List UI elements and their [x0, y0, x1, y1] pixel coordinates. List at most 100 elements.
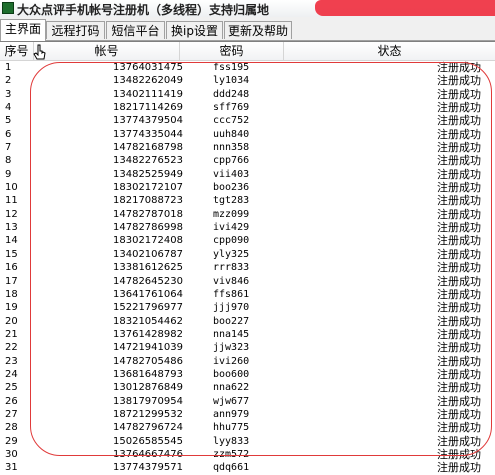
row-password: sff769 [213, 102, 250, 114]
tab-remote-captcha[interactable]: 远程打码 [46, 21, 105, 39]
table-row[interactable]: 5 13774379504 ccc752 注册成功 [0, 114, 495, 127]
row-account: 14782168798 [113, 142, 183, 154]
table-row[interactable]: 11 18217088723 tgt283 注册成功 [0, 194, 495, 207]
row-account: 13681648793 [113, 368, 183, 380]
table-row[interactable]: 8 13482276523 cpp766 注册成功 [0, 154, 495, 167]
tab-main[interactable]: 主界面 [0, 19, 46, 41]
row-status: 注册成功 [437, 221, 481, 235]
row-number: 11 [5, 195, 18, 207]
table-row[interactable]: 31 13774379571 qdq661 注册成功 [0, 461, 495, 474]
row-status: 注册成功 [437, 341, 481, 355]
window-title: 大众点评手机帐号注册机（多线程）支持归属地 [17, 3, 270, 17]
row-status: 注册成功 [437, 154, 481, 168]
row-status: 注册成功 [437, 234, 481, 248]
row-status: 注册成功 [437, 167, 481, 181]
table-row[interactable]: 30 13764667476 zzm572 注册成功 [0, 448, 495, 461]
table-row[interactable]: 20 18321054462 boo227 注册成功 [0, 315, 495, 328]
table-row[interactable]: 2 13482262049 ly1034 注册成功 [0, 74, 495, 87]
table-row[interactable]: 10 18302172107 boo236 注册成功 [0, 181, 495, 194]
row-account: 13774379504 [113, 115, 183, 127]
row-account: 13774335044 [113, 128, 183, 140]
row-account: 14721941039 [113, 342, 183, 354]
row-number: 26 [5, 395, 18, 407]
row-account: 18302172408 [113, 235, 183, 247]
row-status: 注册成功 [437, 87, 481, 101]
row-account: 14782645230 [113, 275, 183, 287]
row-status: 注册成功 [437, 301, 481, 315]
row-status: 注册成功 [437, 381, 481, 395]
table-row[interactable]: 3 13402111419 ddd248 注册成功 [0, 88, 495, 101]
table-row[interactable]: 23 14782705486 ivi260 注册成功 [0, 355, 495, 368]
table-row[interactable]: 29 15026585545 lyy833 注册成功 [0, 435, 495, 448]
table-row[interactable]: 14 18302172408 cpp090 注册成功 [0, 234, 495, 247]
row-password: fss195 [213, 62, 250, 73]
table-row[interactable]: 27 18721299532 ann979 注册成功 [0, 408, 495, 421]
table-row[interactable]: 26 13817970954 wjw677 注册成功 [0, 395, 495, 408]
table-row[interactable]: 16 13381612625 rrr833 注册成功 [0, 261, 495, 274]
row-password: nnn358 [213, 142, 250, 154]
table-row[interactable]: 21 13761428982 nna145 注册成功 [0, 328, 495, 341]
row-status: 注册成功 [437, 354, 481, 368]
column-header-account[interactable]: 帐号 [34, 42, 180, 60]
row-status: 注册成功 [437, 61, 481, 74]
row-status: 注册成功 [437, 407, 481, 421]
table-row[interactable]: 22 14721941039 jjw323 注册成功 [0, 341, 495, 354]
table-row[interactable]: 12 14782787018 mzz099 注册成功 [0, 208, 495, 221]
column-header-no[interactable]: 序号 [0, 42, 34, 60]
row-password: tgt283 [213, 195, 250, 207]
row-password: ivi260 [213, 355, 250, 367]
row-password: boo227 [213, 315, 250, 327]
accounts-list[interactable]: 序号 帐号 密码 状态 1 13764031475 fss195 注册成功 2 13482… [0, 41, 495, 475]
tab-update-help[interactable]: 更新及帮助 [224, 21, 292, 39]
table-row[interactable]: 19 15221796977 jjj970 注册成功 [0, 301, 495, 314]
row-account: 13381612625 [113, 262, 183, 274]
row-number: 16 [5, 262, 18, 274]
row-account: 13482276523 [113, 155, 183, 167]
list-header: 序号 帐号 密码 状态 [0, 42, 495, 61]
table-row[interactable]: 15 13402106787 yly325 注册成功 [0, 248, 495, 261]
row-password: viv846 [213, 275, 250, 287]
row-number: 7 [5, 142, 12, 154]
row-status: 注册成功 [437, 274, 481, 288]
row-account: 13402111419 [113, 88, 183, 100]
tab-ip-settings[interactable]: 换ip设置 [166, 21, 223, 39]
row-account: 13482525949 [113, 168, 183, 180]
table-row[interactable]: 25 13012876849 nna622 注册成功 [0, 381, 495, 394]
table-row[interactable]: 28 14782796724 hhu775 注册成功 [0, 421, 495, 434]
table-row[interactable]: 13 14782786998 ivi429 注册成功 [0, 221, 495, 234]
row-password: mzz099 [213, 208, 250, 220]
row-password: vii403 [213, 168, 250, 180]
row-number: 19 [5, 302, 18, 314]
row-account: 15026585545 [113, 435, 183, 447]
row-account: 18302172107 [113, 182, 183, 194]
table-row[interactable]: 9 13482525949 vii403 注册成功 [0, 168, 495, 181]
row-number: 3 [5, 88, 12, 100]
table-row[interactable]: 18 13641761064 ffs861 注册成功 [0, 288, 495, 301]
row-number: 1 [5, 62, 12, 73]
row-password: boo600 [213, 368, 250, 380]
column-header-status[interactable]: 状态 [284, 42, 495, 60]
row-password: wjw677 [213, 395, 250, 407]
column-header-password[interactable]: 密码 [180, 42, 284, 60]
table-row[interactable]: 17 14782645230 viv846 注册成功 [0, 275, 495, 288]
row-status: 注册成功 [437, 101, 481, 115]
table-row[interactable]: 4 18217114269 sff769 注册成功 [0, 101, 495, 114]
row-account: 13761428982 [113, 328, 183, 340]
table-row[interactable]: 6 13774335044 uuh840 注册成功 [0, 128, 495, 141]
row-status: 注册成功 [437, 434, 481, 448]
row-password: jjw323 [213, 342, 250, 354]
row-account: 18217114269 [113, 102, 183, 114]
row-status: 注册成功 [437, 127, 481, 141]
row-number: 10 [5, 182, 18, 194]
table-row[interactable]: 1 13764031475 fss195 注册成功 [0, 61, 495, 74]
row-account: 18217088723 [113, 195, 183, 207]
table-row[interactable]: 7 14782168798 nnn358 注册成功 [0, 141, 495, 154]
row-password: jjj970 [213, 302, 250, 314]
tab-sms-platform[interactable]: 短信平台 [106, 21, 165, 39]
row-status: 注册成功 [437, 207, 481, 221]
row-account: 18321054462 [113, 315, 183, 327]
row-account: 18721299532 [113, 408, 183, 420]
row-number: 5 [5, 115, 12, 127]
row-password: cpp766 [213, 155, 250, 167]
table-row[interactable]: 24 13681648793 boo600 注册成功 [0, 368, 495, 381]
